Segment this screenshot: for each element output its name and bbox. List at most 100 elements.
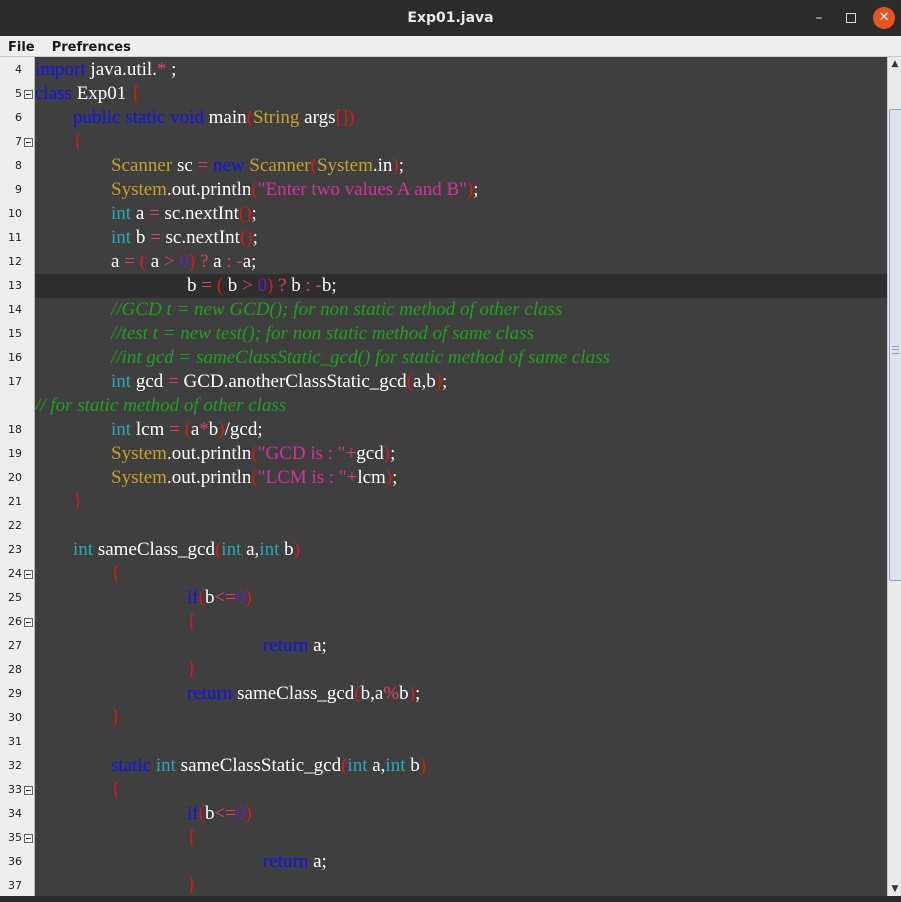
code-line[interactable]: 25 if(b<=0) (0, 586, 887, 610)
code-token: { (187, 611, 197, 632)
code-token: //int gcd = sameClassStatic_gcd() for st… (111, 347, 610, 368)
code-token: java.util. (85, 59, 157, 80)
code-line[interactable]: 29 return sameClass_gcd(b,a%b); (0, 682, 887, 706)
code-line[interactable]: 27 return a; (0, 634, 887, 658)
code-token: main (203, 107, 247, 128)
code-line[interactable]: 8 Scanner sc = new Scanner(System.in); (0, 154, 887, 178)
code-line[interactable]: 23 int sameClass_gcd(int a,int b) (0, 538, 887, 562)
code-line[interactable]: 22 (0, 514, 887, 538)
title-bar[interactable]: Exp01.java – ✕ (0, 0, 901, 36)
maximize-button[interactable] (840, 7, 862, 29)
code-token: sc.nextInt (159, 203, 239, 224)
line-number: 36 (8, 855, 22, 868)
code-line[interactable]: 17 int gcd = GCD.anotherClassStatic_gcd(… (0, 370, 887, 394)
code-line[interactable]: 21 } (0, 490, 887, 514)
code-line[interactable]: 30 } (0, 706, 887, 730)
code-token: % (383, 683, 400, 704)
fold-collapse-icon[interactable] (24, 570, 33, 579)
code-line[interactable]: 31 (0, 730, 887, 754)
code-token: int (73, 539, 94, 560)
code-token: * (199, 419, 209, 440)
line-number: 31 (8, 735, 22, 748)
code-line[interactable]: 6 public static void main(String args[]) (0, 106, 887, 130)
code-line[interactable]: 19 System.out.println("GCD is : "+gcd); (0, 442, 887, 466)
code-line[interactable]: 12 a = ( a > 0) ? a : -a; (0, 250, 887, 274)
code-line[interactable]: 16 //int gcd = sameClassStatic_gcd() for… (0, 346, 887, 370)
fold-collapse-icon[interactable] (24, 834, 33, 843)
code-text: return sameClass_gcd(b,a%b); (35, 682, 887, 706)
minimize-button[interactable]: – (808, 7, 830, 29)
code-token: int (221, 539, 242, 560)
line-number: 37 (8, 879, 22, 892)
line-number: 5 (15, 87, 22, 100)
code-line[interactable]: // for static method of other class (0, 394, 887, 418)
code-token: a; (242, 251, 257, 272)
code-line[interactable]: 37 } (0, 874, 887, 896)
scrollbar-thumb[interactable] (889, 109, 901, 581)
line-number: 17 (8, 375, 22, 388)
code-token: ) (419, 755, 427, 776)
code-line[interactable]: 15 //test t = new test(); for non static… (0, 322, 887, 346)
menu-preferences[interactable]: Prefrences (44, 38, 135, 58)
code-line[interactable]: 13 b = ( b > 0) ? b : -b; (0, 274, 887, 298)
code-token: int (155, 755, 176, 776)
code-token: return (263, 635, 309, 656)
code-line[interactable]: 20 System.out.println("LCM is : "+lcm); (0, 466, 887, 490)
code-token: int (111, 371, 132, 392)
code-line[interactable]: 34 if(b<=0) (0, 802, 887, 826)
menu-file[interactable]: File (0, 38, 39, 58)
code-token: gcd (131, 371, 168, 392)
code-line[interactable]: 10 int a = sc.nextInt(); (0, 202, 887, 226)
code-token: return (263, 851, 309, 872)
code-token: "Enter two values A and B" (257, 179, 467, 200)
fold-collapse-icon[interactable] (24, 618, 33, 627)
code-line[interactable]: 5 class Exp01 { (0, 82, 887, 106)
code-line[interactable]: 4 import java.util.* ; (0, 58, 887, 82)
code-text: System.out.println("LCM is : "+lcm); (35, 466, 887, 490)
code-line[interactable]: 33 { (0, 778, 887, 802)
code-editor[interactable]: 4 import java.util.* ; 5 class Exp01 {6 pub… (0, 57, 887, 896)
code-token: ; (398, 155, 405, 176)
code-line[interactable]: 28 } (0, 658, 887, 682)
code-line[interactable]: 18 int lcm = (a*b)/gcd; (0, 418, 887, 442)
line-number: 12 (8, 255, 22, 268)
code-token: ; (166, 59, 177, 80)
code-line[interactable]: 36 return a; (0, 850, 887, 874)
code-line[interactable]: 14 //GCD t = new GCD(); for non static m… (0, 298, 887, 322)
code-token: b (223, 275, 243, 296)
code-text: if(b<=0) (35, 586, 887, 610)
fold-collapse-icon[interactable] (24, 138, 33, 147)
code-token: .out.println (166, 467, 252, 488)
fold-collapse-icon[interactable] (24, 90, 33, 99)
code-token: a; (308, 635, 327, 656)
code-line[interactable]: 26 { (0, 610, 887, 634)
bottom-edge (0, 896, 901, 902)
code-line[interactable]: 11 int b = sc.nextInt(); (0, 226, 887, 250)
code-line[interactable]: 7 { (0, 130, 887, 154)
code-token: a, (367, 755, 386, 776)
code-line[interactable]: 24 { (0, 562, 887, 586)
code-text: a = ( a > 0) ? a : -a; (35, 250, 887, 274)
code-token: ; (390, 443, 396, 464)
vertical-scrollbar[interactable]: ▲ ▼ (887, 57, 901, 896)
close-button[interactable]: ✕ (873, 7, 895, 29)
code-line[interactable]: 35 { (0, 826, 887, 850)
code-token: { (187, 827, 197, 848)
code-token: = (169, 419, 180, 440)
line-number: 34 (8, 807, 22, 820)
code-line[interactable]: 9 System.out.println("Enter two values A… (0, 178, 887, 202)
scroll-up-button[interactable]: ▲ (888, 57, 901, 71)
code-token: b (399, 683, 409, 704)
scroll-down-button[interactable]: ▼ (888, 882, 901, 896)
code-text: { (35, 610, 887, 634)
minimize-icon: – (815, 10, 823, 26)
code-line[interactable]: 32 static int sameClassStatic_gcd(int a,… (0, 754, 887, 778)
fold-collapse-icon[interactable] (24, 786, 33, 795)
